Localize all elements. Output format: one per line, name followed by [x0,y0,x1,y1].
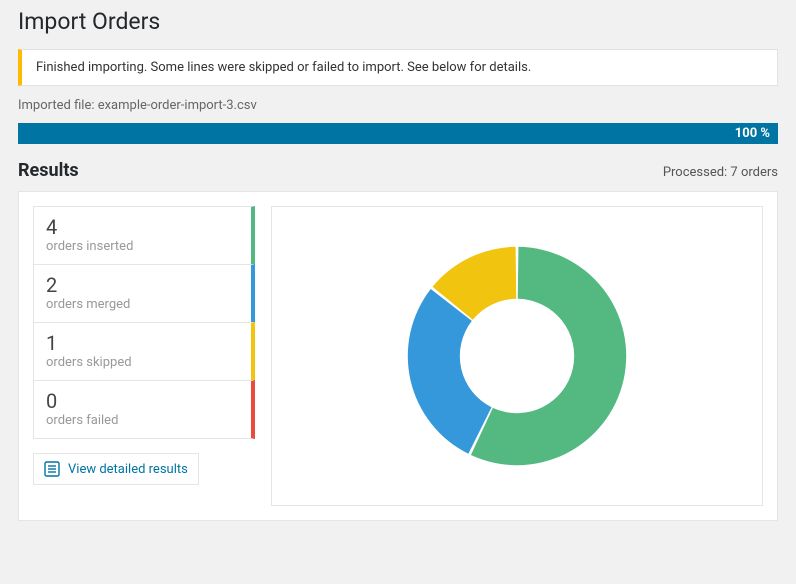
stat-merged-label: orders merged [46,297,239,312]
list-icon [44,461,60,477]
imported-file-name: example-order-import-3.csv [98,98,257,113]
results-title: Results [18,160,79,181]
stat-failed-label: orders failed [46,413,239,428]
processed-count: Processed: 7 orders [663,165,778,180]
view-detailed-results-button[interactable]: View detailed results [33,453,199,485]
stats-column: 4 orders inserted 2 orders merged 1 orde… [33,206,255,506]
stat-failed: 0 orders failed [33,380,255,439]
stat-skipped-label: orders skipped [46,355,239,370]
results-donut-chart [387,226,647,486]
stat-merged: 2 orders merged [33,264,255,323]
imported-file-line: Imported file: example-order-import-3.cs… [18,98,778,113]
results-panel: 4 orders inserted 2 orders merged 1 orde… [18,191,778,521]
imported-file-label: Imported file: [18,98,94,113]
stat-failed-count: 0 [46,389,239,413]
stat-inserted: 4 orders inserted [33,206,255,265]
donut-slice [408,289,492,454]
view-detailed-results-label: View detailed results [68,462,188,477]
progress-bar: 100 % [18,123,778,144]
page-title: Import Orders [18,8,778,35]
stat-inserted-label: orders inserted [46,239,239,254]
stat-merged-count: 2 [46,273,239,297]
notice-warning: Finished importing. Some lines were skip… [18,49,778,86]
stat-inserted-count: 4 [46,215,239,239]
stat-skipped-count: 1 [46,331,239,355]
stat-skipped: 1 orders skipped [33,322,255,381]
results-chart-panel [271,206,763,506]
